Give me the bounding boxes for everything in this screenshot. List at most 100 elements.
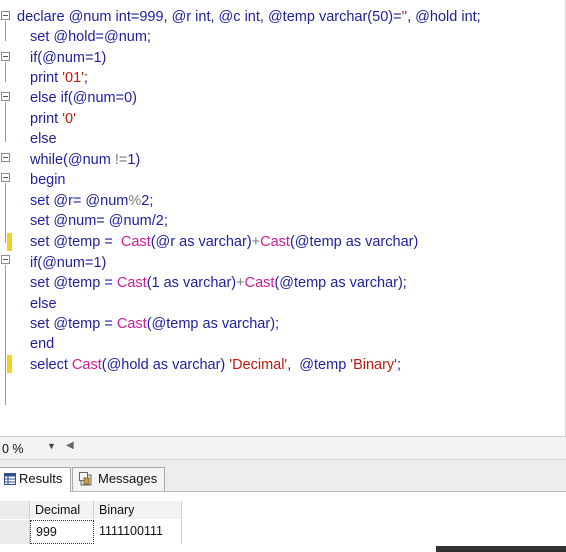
code-token: set @r= @num [30, 193, 129, 209]
code-token: int [195, 9, 211, 25]
code-line[interactable]: set @temp = Cast(@r as varchar)+Cast(@te… [30, 232, 418, 252]
code-token: Cast [71, 357, 102, 373]
fold-guide [5, 102, 6, 142]
code-line[interactable]: else [30, 129, 57, 149]
code-token: (1 as varchar) [146, 275, 237, 291]
code-token: (50)= [367, 9, 402, 25]
code-token: varchar [318, 9, 368, 25]
collapse-icon[interactable] [1, 153, 10, 162]
code-token: set @temp = [30, 316, 117, 332]
code-token: (@temp as varchar) [289, 234, 419, 250]
code-token: else if(@num=0) [30, 90, 137, 106]
collapse-icon[interactable] [1, 255, 10, 264]
code-token: begin [30, 172, 66, 188]
row-selector[interactable] [0, 520, 30, 544]
code-token: ; [396, 357, 401, 373]
cell-decimal[interactable]: 999 [30, 520, 94, 544]
code-token: else [30, 131, 57, 147]
tab-label: Messages [98, 471, 158, 486]
code-token: != [114, 152, 128, 168]
code-token: Cast [120, 234, 151, 250]
collapse-icon[interactable] [1, 92, 10, 101]
results-tabs: Results Messages [0, 460, 566, 492]
code-token: print [30, 70, 63, 86]
code-line[interactable]: set @num= @num/2; [30, 211, 168, 231]
column-header-binary[interactable]: Binary [94, 501, 182, 519]
code-line[interactable]: set @temp = Cast(@temp as varchar); [30, 314, 279, 334]
column-header-decimal[interactable]: Decimal [30, 501, 94, 519]
code-token: set @temp = [30, 275, 117, 291]
code-token: int [244, 9, 260, 25]
code-line[interactable]: print '0' [30, 109, 76, 129]
code-line[interactable]: if(@num=1) [30, 253, 106, 273]
results-grid: Decimal Binary 999 1111100111 [0, 492, 566, 552]
code-token: + [251, 234, 261, 250]
tab-messages[interactable]: Messages [72, 467, 165, 491]
editor-status-bar: 0 % ▼ ◀ [0, 436, 566, 460]
code-token: (@temp as varchar); [146, 316, 280, 332]
change-marker [7, 355, 12, 373]
fold-guide [5, 62, 6, 82]
code-line[interactable]: set @temp = Cast(1 as varchar)+Cast(@tem… [30, 273, 407, 293]
zoom-level[interactable]: 0 % [2, 442, 24, 456]
code-token: print [30, 111, 63, 127]
tab-label: Results [19, 471, 63, 486]
code-token: Cast [116, 316, 147, 332]
code-token: int [461, 9, 477, 25]
code-line[interactable]: declare @num int=999, @r int, @c int, @t… [17, 7, 481, 27]
code-token: Cast [116, 275, 147, 291]
code-line[interactable]: else if(@num=0) [30, 88, 137, 108]
code-token: set @hold=@num; [30, 29, 151, 45]
fold-guide [5, 265, 6, 405]
code-token: ; [476, 9, 481, 25]
code-token: set @temp = [30, 234, 121, 250]
code-token: , @temp [259, 9, 319, 25]
code-token: end [30, 336, 55, 352]
fold-guide [5, 183, 6, 243]
code-token: '01' [62, 70, 84, 86]
code-token: declare @num [17, 9, 116, 25]
code-line[interactable]: set @hold=@num; [30, 27, 151, 47]
code-token: if(@num=1) [30, 255, 107, 271]
code-token: int [115, 9, 131, 25]
code-token: 'Decimal' [229, 357, 288, 373]
code-token: if(@num=1) [30, 50, 107, 66]
code-token: (@hold as varchar) [101, 357, 230, 373]
code-token: 'Binary' [350, 357, 397, 373]
code-line[interactable]: select Cast(@hold as varchar) 'Decimal',… [30, 355, 401, 375]
collapse-icon[interactable] [1, 52, 10, 61]
change-marker [7, 233, 12, 251]
scroll-left-icon[interactable]: ◀ [66, 440, 74, 451]
caret-down-icon[interactable]: ▼ [47, 441, 56, 451]
cell-binary[interactable]: 1111100111 [94, 520, 182, 544]
code-token: set @num= @num/2; [30, 213, 168, 229]
query-editor[interactable]: declare @num int=999, @r int, @c int, @t… [0, 0, 566, 436]
code-token: , @temp [287, 357, 351, 373]
collapse-icon[interactable] [1, 173, 10, 182]
code-line[interactable]: end [30, 334, 54, 354]
grid-corner[interactable] [0, 501, 30, 519]
code-token: , @hold [407, 9, 462, 25]
messages-icon [79, 472, 92, 486]
tab-results[interactable]: Results [0, 467, 71, 492]
code-line[interactable]: if(@num=1) [30, 48, 106, 68]
code-line[interactable]: set @r= @num%2; [30, 191, 153, 211]
code-token: while(@num [30, 152, 115, 168]
collapse-icon[interactable] [1, 11, 10, 20]
code-token: , @c [210, 9, 245, 25]
code-line[interactable]: while(@num !=1) [30, 150, 140, 170]
code-line[interactable]: else [30, 294, 57, 314]
grid-icon [4, 473, 16, 485]
code-token: 2; [141, 193, 154, 209]
code-line[interactable]: print '01'; [30, 68, 88, 88]
code-token: select [30, 357, 72, 373]
code-line[interactable]: begin [30, 170, 65, 190]
code-token: '0' [62, 111, 76, 127]
code-token: Cast [244, 275, 275, 291]
fold-guide [5, 21, 6, 41]
code-token: Cast [260, 234, 290, 250]
status-strip [436, 546, 566, 552]
code-token: (@temp as varchar); [274, 275, 407, 291]
code-token: else [30, 296, 57, 312]
code-token: (@r as varchar) [150, 234, 252, 250]
